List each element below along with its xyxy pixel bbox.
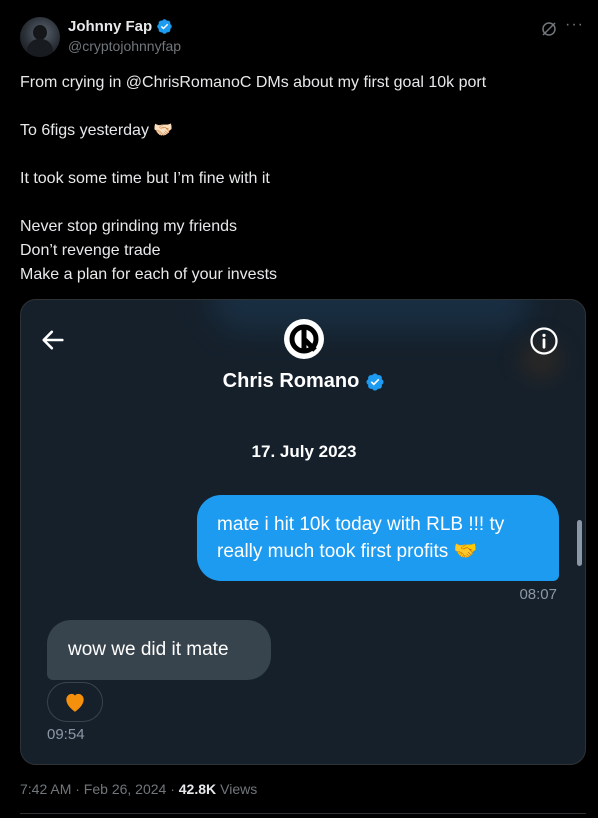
verified-badge-icon (366, 372, 384, 391)
tweet-header: Johnny Fap @cryptojohnnyfap ··· (20, 16, 586, 58)
tweet-line: Make a plan for each of your invests (20, 266, 278, 283)
contact-name-row: Chris Romano (21, 370, 585, 393)
conversation-date: 17. July 2023 (251, 442, 357, 461)
avatar[interactable] (20, 17, 60, 57)
tweet-text: From crying in @ChrisRomanoC DMs about m… (20, 71, 580, 287)
outgoing-message-time: 08:07 (519, 586, 557, 603)
author-display-name[interactable]: Johnny Fap (68, 18, 152, 35)
incoming-message-bubble: wow we did it mate (47, 620, 271, 680)
verified-badge-icon (157, 19, 172, 34)
tweet-line: To 6figs yesterday 🤝🏻 (20, 122, 174, 139)
divider (20, 813, 586, 814)
author-handle[interactable]: @cryptojohnnyfap (68, 38, 181, 54)
views-count: 42.8K (178, 781, 217, 797)
back-arrow-icon (42, 330, 64, 350)
outgoing-message-bubble: mate i hit 10k today with RLB !!! ty rea… (197, 495, 559, 581)
tweet-timestamp[interactable]: 7:42 AM · Feb 26, 2024 · (20, 781, 175, 797)
tweet-line: Don’t revenge trade (20, 242, 161, 259)
grok-icon[interactable] (540, 20, 558, 38)
info-icon (530, 327, 558, 355)
incoming-message-time: 09:54 (47, 726, 85, 743)
scrollbar (577, 520, 582, 566)
attached-screenshot[interactable]: Chris Romano 17. July 2023 mate i hit 10… (20, 299, 586, 765)
tweet-meta: 7:42 AM · Feb 26, 2024 · 42.8K Views (20, 781, 257, 797)
views-label: Views (220, 781, 258, 797)
contact-name: Chris Romano (222, 370, 360, 392)
more-options-icon[interactable]: ··· (565, 16, 584, 34)
contact-logo-icon (284, 319, 324, 359)
tweet-line: From crying in @ChrisRomanoC DMs about m… (20, 74, 487, 91)
tweet-line: It took some time but I’m fine with it (20, 170, 270, 187)
author-name-row[interactable]: Johnny Fap (68, 18, 173, 35)
tweet-line: Never stop grinding my friends (20, 218, 237, 235)
heart-reaction-icon (47, 682, 103, 722)
